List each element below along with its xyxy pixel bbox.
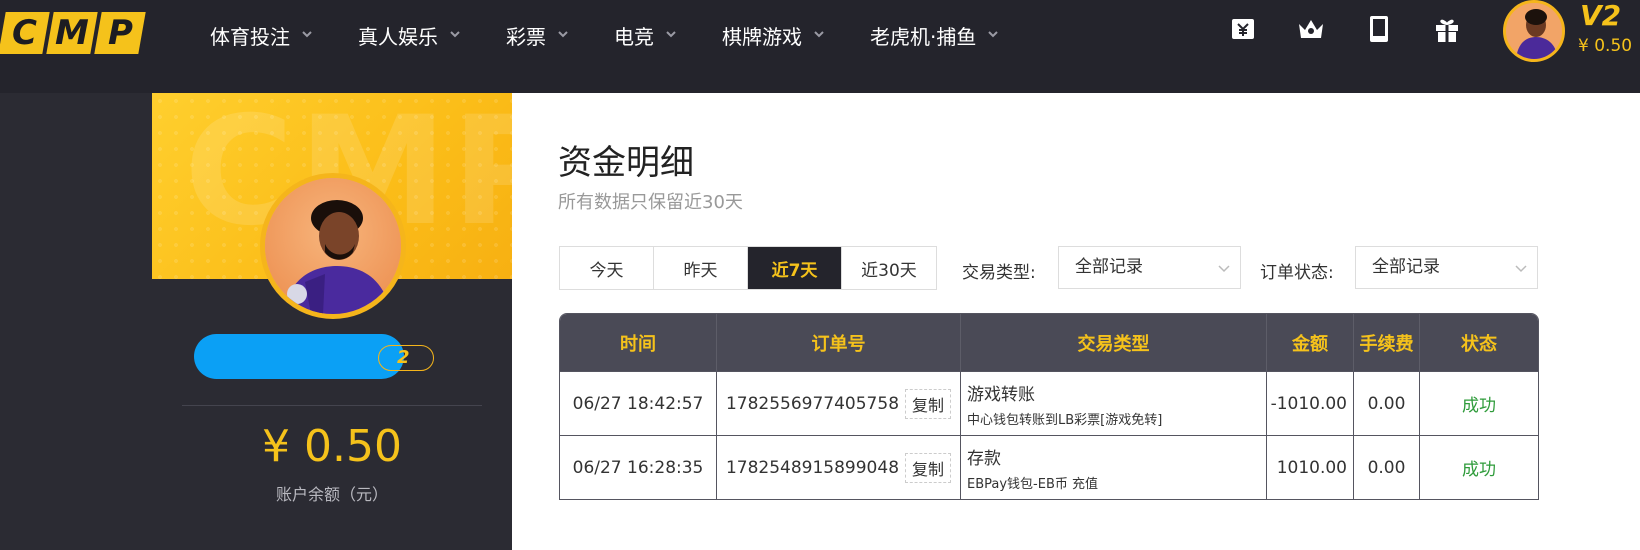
transaction-type-select[interactable]: 全部记录 — [1058, 246, 1241, 289]
page-title: 资金明细 — [558, 143, 694, 183]
chevron-down-icon — [814, 31, 824, 38]
cell-status: 成功 — [1420, 436, 1538, 499]
copy-button[interactable]: 复制 — [905, 388, 952, 419]
chevron-down-icon — [666, 31, 676, 38]
col-time: 时间 — [560, 314, 717, 371]
user-avatar[interactable] — [1503, 0, 1565, 62]
account-balance: ¥ 0.50 — [262, 421, 402, 472]
chevron-down-icon — [1515, 265, 1527, 273]
vip-badge: 2 — [378, 345, 434, 371]
order-number: 1782556977405758 — [725, 393, 900, 414]
logo-letter: M — [55, 13, 89, 53]
nav-item-slots-fishing[interactable]: 老虎机·捕鱼 — [870, 21, 999, 50]
logo-tile: M — [46, 12, 98, 54]
nav-label: 彩票 — [506, 24, 546, 49]
nav-item-live-casino[interactable]: 真人娱乐 — [358, 21, 460, 50]
nav-label: 电竞 — [614, 24, 654, 49]
profile-panel: CMP 2 ¥ 0.50 账户余额（元） — [152, 93, 512, 550]
chevron-down-icon — [558, 31, 568, 38]
status-text: 成功 — [1462, 460, 1496, 480]
order-number: 1782548915899048 — [725, 457, 900, 478]
col-amount: 金额 — [1267, 314, 1354, 371]
nav-label: 老虎机·捕鱼 — [870, 24, 977, 49]
nav-item-esports[interactable]: 电竞 — [614, 21, 676, 50]
logo-letter: C — [11, 13, 37, 53]
transaction-type-label: 交易类型: — [962, 263, 1036, 283]
select-value: 全部记录 — [1372, 257, 1440, 277]
tab-last-30-days[interactable]: 近30天 — [842, 247, 936, 289]
copy-button[interactable]: 复制 — [905, 452, 952, 483]
cell-type: 游戏转账 中心钱包转账到LB彩票[游戏免转] — [961, 372, 1267, 435]
avatar-image — [1506, 3, 1562, 59]
left-background — [0, 93, 152, 550]
main-nav: 体育投注 真人娱乐 彩票 电竞 棋牌游戏 老虎机·捕鱼 — [210, 0, 1044, 70]
cell-amount: -1010.00 — [1267, 372, 1354, 435]
avatar-image — [265, 178, 401, 314]
gift-icon[interactable] — [1432, 14, 1462, 44]
logo-tile: P — [94, 12, 146, 54]
logo-letter: P — [107, 13, 133, 53]
select-value: 全部记录 — [1075, 257, 1143, 277]
nav-label: 棋牌游戏 — [722, 24, 802, 49]
cell-order: 1782556977405758 复制 — [717, 372, 961, 435]
nav-item-lottery[interactable]: 彩票 — [506, 21, 568, 50]
vip-level: V2 — [1580, 0, 1622, 32]
type-main: 游戏转账 — [967, 384, 1035, 405]
divider — [182, 405, 482, 406]
col-status: 状态 — [1461, 333, 1497, 355]
main-content: 资金明细 所有数据只保留近30天 今天 昨天 近7天 近30天 交易类型: 全部… — [512, 93, 1640, 550]
account-balance-label: 账户余额（元） — [275, 485, 388, 504]
cell-fee: 0.00 — [1354, 372, 1420, 435]
logo-tile: C — [0, 12, 50, 54]
chevron-down-icon — [302, 31, 312, 38]
top-nav-bar: C M P 体育投注 真人娱乐 彩票 电竞 棋牌游戏 老虎机·捕鱼 V2 ¥ 0… — [0, 0, 1640, 93]
type-main: 存款 — [967, 448, 1001, 469]
type-detail: EBPay钱包-EB币 充值 — [967, 476, 1099, 492]
table-row: 06/27 16:28:35 1782548915899048 复制 存款 EB… — [560, 435, 1538, 499]
table-header: 时间 订单号 交易类型 金额 手续费 状态 — [560, 314, 1538, 371]
cell-time: 06/27 16:28:35 — [560, 436, 717, 499]
crown-icon[interactable] — [1296, 14, 1326, 44]
cell-time: 06/27 18:42:57 — [560, 372, 717, 435]
transactions-table: 时间 订单号 交易类型 金额 手续费 状态 06/27 18:42:57 178… — [559, 313, 1539, 500]
profile-avatar[interactable] — [260, 173, 406, 319]
chevron-down-icon — [450, 31, 460, 38]
col-order-no: 订单号 — [717, 314, 961, 371]
col-type: 交易类型 — [961, 314, 1267, 371]
header-icon-group — [1228, 14, 1462, 44]
type-detail: 中心钱包转账到LB彩票[游戏免转] — [967, 412, 1163, 428]
nav-label: 体育投注 — [210, 24, 290, 49]
tablet-icon[interactable] — [1364, 14, 1394, 44]
cell-fee: 0.00 — [1354, 436, 1420, 499]
page-subtitle: 所有数据只保留近30天 — [558, 192, 743, 213]
cell-type: 存款 EBPay钱包-EB币 充值 — [961, 436, 1267, 499]
order-status-select[interactable]: 全部记录 — [1355, 246, 1538, 289]
tab-yesterday[interactable]: 昨天 — [654, 247, 748, 289]
cell-amount: 1010.00 — [1267, 436, 1354, 499]
yuan-wallet-icon[interactable] — [1228, 14, 1258, 44]
cell-status: 成功 — [1420, 372, 1538, 435]
date-range-tabs: 今天 昨天 近7天 近30天 — [559, 246, 937, 290]
chevron-down-icon — [988, 31, 999, 38]
status-text: 成功 — [1462, 396, 1496, 416]
nav-item-card-games[interactable]: 棋牌游戏 — [722, 21, 824, 50]
tab-last-7-days[interactable]: 近7天 — [748, 247, 842, 289]
nav-item-sports[interactable]: 体育投注 — [210, 21, 312, 50]
tab-today[interactable]: 今天 — [560, 247, 654, 289]
site-logo[interactable]: C M P — [0, 12, 146, 54]
table-row: 06/27 18:42:57 1782556977405758 复制 游戏转账 … — [560, 371, 1538, 435]
username-masked — [194, 334, 404, 379]
chevron-down-icon — [1218, 265, 1230, 273]
nav-label: 真人娱乐 — [358, 24, 438, 49]
order-status-label: 订单状态: — [1260, 263, 1334, 283]
header-balance: ¥ 0.50 — [1578, 36, 1633, 56]
cell-order: 1782548915899048 复制 — [717, 436, 961, 499]
col-fee: 手续费 — [1354, 314, 1420, 371]
